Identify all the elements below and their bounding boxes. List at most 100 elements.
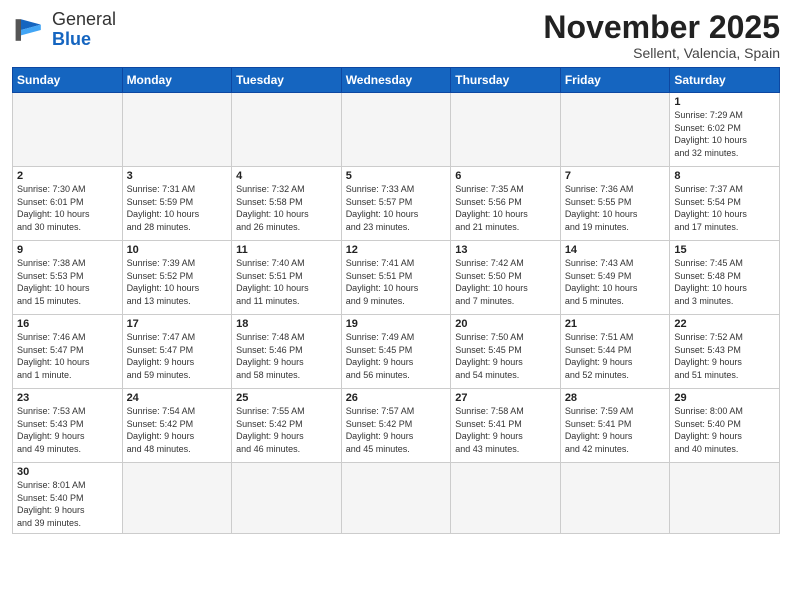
- days-header-row: SundayMondayTuesdayWednesdayThursdayFrid…: [13, 68, 780, 93]
- day-info: Sunrise: 7:36 AM Sunset: 5:55 PM Dayligh…: [565, 183, 666, 233]
- day-number: 28: [565, 392, 666, 404]
- calendar-cell: 27Sunrise: 7:58 AM Sunset: 5:41 PM Dayli…: [451, 389, 561, 463]
- day-number: 17: [127, 318, 228, 330]
- logo-text: General Blue: [52, 10, 116, 50]
- calendar-cell: 20Sunrise: 7:50 AM Sunset: 5:45 PM Dayli…: [451, 315, 561, 389]
- day-header-monday: Monday: [122, 68, 232, 93]
- day-info: Sunrise: 7:32 AM Sunset: 5:58 PM Dayligh…: [236, 183, 337, 233]
- calendar-cell: 23Sunrise: 7:53 AM Sunset: 5:43 PM Dayli…: [13, 389, 123, 463]
- day-info: Sunrise: 7:47 AM Sunset: 5:47 PM Dayligh…: [127, 331, 228, 381]
- day-number: 8: [674, 170, 775, 182]
- calendar-cell: 4Sunrise: 7:32 AM Sunset: 5:58 PM Daylig…: [232, 167, 342, 241]
- day-info: Sunrise: 7:49 AM Sunset: 5:45 PM Dayligh…: [346, 331, 447, 381]
- calendar-cell: 8Sunrise: 7:37 AM Sunset: 5:54 PM Daylig…: [670, 167, 780, 241]
- day-header-wednesday: Wednesday: [341, 68, 451, 93]
- day-number: 30: [17, 466, 118, 478]
- week-row-3: 9Sunrise: 7:38 AM Sunset: 5:53 PM Daylig…: [13, 241, 780, 315]
- calendar-cell: 2Sunrise: 7:30 AM Sunset: 6:01 PM Daylig…: [13, 167, 123, 241]
- calendar-cell: 30Sunrise: 8:01 AM Sunset: 5:40 PM Dayli…: [13, 463, 123, 533]
- calendar-cell: 15Sunrise: 7:45 AM Sunset: 5:48 PM Dayli…: [670, 241, 780, 315]
- day-info: Sunrise: 7:58 AM Sunset: 5:41 PM Dayligh…: [455, 405, 556, 455]
- day-info: Sunrise: 8:01 AM Sunset: 5:40 PM Dayligh…: [17, 479, 118, 529]
- day-header-tuesday: Tuesday: [232, 68, 342, 93]
- day-info: Sunrise: 7:51 AM Sunset: 5:44 PM Dayligh…: [565, 331, 666, 381]
- day-number: 23: [17, 392, 118, 404]
- day-header-thursday: Thursday: [451, 68, 561, 93]
- day-info: Sunrise: 7:45 AM Sunset: 5:48 PM Dayligh…: [674, 257, 775, 307]
- day-number: 24: [127, 392, 228, 404]
- calendar-cell: 5Sunrise: 7:33 AM Sunset: 5:57 PM Daylig…: [341, 167, 451, 241]
- day-info: Sunrise: 7:53 AM Sunset: 5:43 PM Dayligh…: [17, 405, 118, 455]
- calendar-cell: 14Sunrise: 7:43 AM Sunset: 5:49 PM Dayli…: [560, 241, 670, 315]
- calendar-cell: [670, 463, 780, 533]
- day-number: 21: [565, 318, 666, 330]
- day-number: 6: [455, 170, 556, 182]
- day-number: 14: [565, 244, 666, 256]
- day-info: Sunrise: 7:48 AM Sunset: 5:46 PM Dayligh…: [236, 331, 337, 381]
- calendar-cell: [341, 463, 451, 533]
- day-number: 25: [236, 392, 337, 404]
- day-number: 27: [455, 392, 556, 404]
- calendar-cell: [122, 463, 232, 533]
- calendar-cell: [341, 93, 451, 167]
- calendar-cell: 17Sunrise: 7:47 AM Sunset: 5:47 PM Dayli…: [122, 315, 232, 389]
- day-number: 3: [127, 170, 228, 182]
- day-header-sunday: Sunday: [13, 68, 123, 93]
- day-number: 22: [674, 318, 775, 330]
- calendar-cell: [13, 93, 123, 167]
- calendar-cell: 13Sunrise: 7:42 AM Sunset: 5:50 PM Dayli…: [451, 241, 561, 315]
- day-number: 12: [346, 244, 447, 256]
- page-container: General Blue November 2025 Sellent, Vale…: [0, 0, 792, 542]
- day-number: 4: [236, 170, 337, 182]
- week-row-6: 30Sunrise: 8:01 AM Sunset: 5:40 PM Dayli…: [13, 463, 780, 533]
- calendar-table: SundayMondayTuesdayWednesdayThursdayFrid…: [12, 67, 780, 533]
- header: General Blue November 2025 Sellent, Vale…: [12, 10, 780, 61]
- title-block: November 2025 Sellent, Valencia, Spain: [543, 10, 780, 61]
- day-info: Sunrise: 7:37 AM Sunset: 5:54 PM Dayligh…: [674, 183, 775, 233]
- day-info: Sunrise: 7:43 AM Sunset: 5:49 PM Dayligh…: [565, 257, 666, 307]
- calendar-cell: 7Sunrise: 7:36 AM Sunset: 5:55 PM Daylig…: [560, 167, 670, 241]
- day-info: Sunrise: 7:52 AM Sunset: 5:43 PM Dayligh…: [674, 331, 775, 381]
- calendar-cell: 6Sunrise: 7:35 AM Sunset: 5:56 PM Daylig…: [451, 167, 561, 241]
- calendar-cell: [451, 93, 561, 167]
- calendar-cell: 3Sunrise: 7:31 AM Sunset: 5:59 PM Daylig…: [122, 167, 232, 241]
- calendar-cell: [451, 463, 561, 533]
- calendar-cell: 10Sunrise: 7:39 AM Sunset: 5:52 PM Dayli…: [122, 241, 232, 315]
- day-info: Sunrise: 8:00 AM Sunset: 5:40 PM Dayligh…: [674, 405, 775, 455]
- day-number: 19: [346, 318, 447, 330]
- day-number: 29: [674, 392, 775, 404]
- calendar-cell: 1Sunrise: 7:29 AM Sunset: 6:02 PM Daylig…: [670, 93, 780, 167]
- calendar-cell: [122, 93, 232, 167]
- day-info: Sunrise: 7:30 AM Sunset: 6:01 PM Dayligh…: [17, 183, 118, 233]
- day-number: 26: [346, 392, 447, 404]
- day-number: 15: [674, 244, 775, 256]
- calendar-cell: [232, 93, 342, 167]
- day-info: Sunrise: 7:38 AM Sunset: 5:53 PM Dayligh…: [17, 257, 118, 307]
- day-number: 18: [236, 318, 337, 330]
- calendar-cell: 25Sunrise: 7:55 AM Sunset: 5:42 PM Dayli…: [232, 389, 342, 463]
- calendar-cell: 21Sunrise: 7:51 AM Sunset: 5:44 PM Dayli…: [560, 315, 670, 389]
- day-info: Sunrise: 7:50 AM Sunset: 5:45 PM Dayligh…: [455, 331, 556, 381]
- week-row-4: 16Sunrise: 7:46 AM Sunset: 5:47 PM Dayli…: [13, 315, 780, 389]
- day-info: Sunrise: 7:42 AM Sunset: 5:50 PM Dayligh…: [455, 257, 556, 307]
- calendar-cell: 28Sunrise: 7:59 AM Sunset: 5:41 PM Dayli…: [560, 389, 670, 463]
- calendar-cell: 16Sunrise: 7:46 AM Sunset: 5:47 PM Dayli…: [13, 315, 123, 389]
- calendar-cell: [560, 93, 670, 167]
- day-info: Sunrise: 7:57 AM Sunset: 5:42 PM Dayligh…: [346, 405, 447, 455]
- calendar-cell: 12Sunrise: 7:41 AM Sunset: 5:51 PM Dayli…: [341, 241, 451, 315]
- day-info: Sunrise: 7:39 AM Sunset: 5:52 PM Dayligh…: [127, 257, 228, 307]
- logo-icon: [12, 12, 48, 48]
- day-info: Sunrise: 7:35 AM Sunset: 5:56 PM Dayligh…: [455, 183, 556, 233]
- calendar-cell: 29Sunrise: 8:00 AM Sunset: 5:40 PM Dayli…: [670, 389, 780, 463]
- calendar-cell: 19Sunrise: 7:49 AM Sunset: 5:45 PM Dayli…: [341, 315, 451, 389]
- day-number: 5: [346, 170, 447, 182]
- day-info: Sunrise: 7:46 AM Sunset: 5:47 PM Dayligh…: [17, 331, 118, 381]
- day-number: 9: [17, 244, 118, 256]
- calendar-cell: [560, 463, 670, 533]
- week-row-5: 23Sunrise: 7:53 AM Sunset: 5:43 PM Dayli…: [13, 389, 780, 463]
- week-row-2: 2Sunrise: 7:30 AM Sunset: 6:01 PM Daylig…: [13, 167, 780, 241]
- calendar-cell: 22Sunrise: 7:52 AM Sunset: 5:43 PM Dayli…: [670, 315, 780, 389]
- day-number: 11: [236, 244, 337, 256]
- day-info: Sunrise: 7:31 AM Sunset: 5:59 PM Dayligh…: [127, 183, 228, 233]
- day-info: Sunrise: 7:59 AM Sunset: 5:41 PM Dayligh…: [565, 405, 666, 455]
